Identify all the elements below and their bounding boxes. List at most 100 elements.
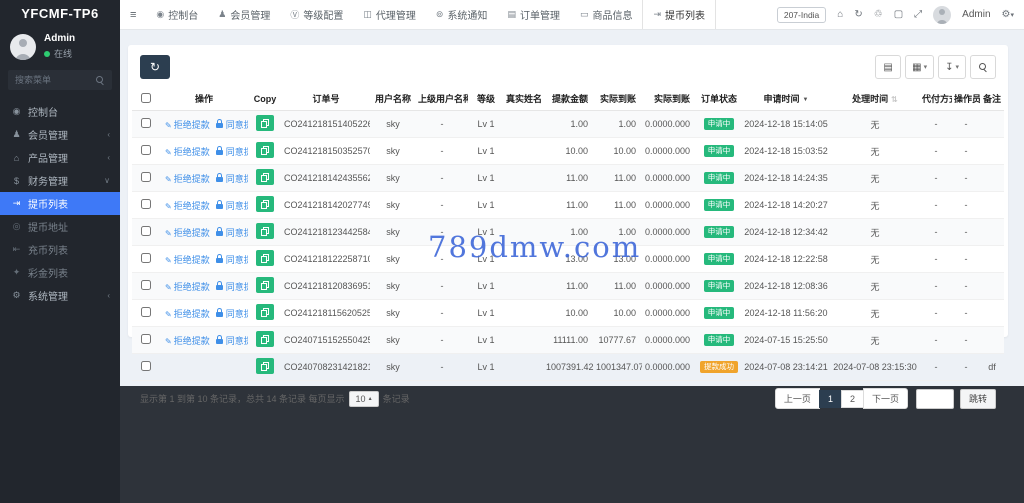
- export-button[interactable]: ↧▾: [938, 55, 966, 79]
- copy-button[interactable]: [256, 142, 274, 158]
- approve-withdraw-link[interactable]: 同意提款: [216, 147, 248, 157]
- user-icon: ♟: [218, 9, 226, 20]
- copy-button[interactable]: [256, 196, 274, 212]
- nav-tab-订单管理[interactable]: ▤订单管理: [497, 0, 570, 29]
- prev-page-button[interactable]: 上一页: [775, 388, 820, 409]
- col-header-process_time[interactable]: 处理时间⇅: [830, 87, 920, 111]
- cell-copy: [248, 138, 282, 165]
- copy-button[interactable]: [256, 115, 274, 131]
- sidebar-item-提币列表[interactable]: ⇥提币列表: [0, 192, 120, 215]
- cell-process_time: 无: [830, 219, 920, 246]
- reject-withdraw-link[interactable]: ✎拒绝提款: [165, 174, 210, 184]
- page-size-select[interactable]: 10▴: [349, 391, 379, 407]
- copy-button[interactable]: [256, 277, 274, 293]
- copy-button[interactable]: [256, 223, 274, 239]
- trash-icon[interactable]: ♲: [874, 9, 883, 20]
- search-toggle-button[interactable]: [970, 55, 996, 79]
- approve-withdraw-link[interactable]: 同意提款: [216, 201, 248, 211]
- approve-withdraw-link[interactable]: 同意提款: [216, 228, 248, 238]
- fullscreen-icon[interactable]: ⤢: [914, 9, 922, 20]
- approve-withdraw-link[interactable]: 同意提款: [216, 174, 248, 184]
- sidebar-item-财务管理[interactable]: $财务管理∨: [0, 169, 120, 192]
- cell-actual2: 0.0000.000: [642, 111, 696, 138]
- copy-button[interactable]: [256, 304, 274, 320]
- copy-button[interactable]: [256, 250, 274, 266]
- nav-tab-代理管理[interactable]: ◫代理管理: [353, 0, 426, 29]
- reject-withdraw-link[interactable]: ✎拒绝提款: [165, 282, 210, 292]
- approve-withdraw-link[interactable]: 同意提款: [216, 336, 248, 346]
- lock-icon: [216, 339, 223, 344]
- cell-realname: [504, 246, 544, 273]
- status-badge: 提款成功: [700, 361, 738, 373]
- row-checkbox[interactable]: [141, 253, 151, 263]
- sidebar-item-提币地址[interactable]: ◎提币地址: [0, 215, 120, 238]
- row-checkbox[interactable]: [141, 334, 151, 344]
- select-all-checkbox[interactable]: [141, 93, 151, 103]
- nav-tab-等级配置[interactable]: Ⓥ等级配置: [280, 0, 353, 29]
- row-checkbox[interactable]: [141, 199, 151, 209]
- nav-tab-控制台[interactable]: ◉控制台: [146, 0, 208, 29]
- copy-button[interactable]: [256, 331, 274, 347]
- nav-tab-商品信息[interactable]: ▭商品信息: [570, 0, 643, 29]
- reject-withdraw-link[interactable]: ✎拒绝提款: [165, 201, 210, 211]
- reject-withdraw-link[interactable]: ✎拒绝提款: [165, 147, 210, 157]
- nav-tab-提币列表[interactable]: ⇥提币列表: [642, 0, 716, 29]
- nav-tab-系统通知[interactable]: ⊚系统通知: [426, 0, 498, 29]
- row-checkbox[interactable]: [141, 307, 151, 317]
- row-checkbox[interactable]: [141, 361, 151, 371]
- sidebar-item-充币列表[interactable]: ⇤充币列表: [0, 238, 120, 261]
- pages-icon[interactable]: ▢: [894, 9, 903, 20]
- cell-amount: 1.00: [544, 111, 594, 138]
- copy-button[interactable]: [256, 358, 274, 374]
- next-page-button[interactable]: 下一页: [863, 388, 908, 409]
- cell-order_no: CO2412181514052262: [282, 111, 370, 138]
- toggle-view-button[interactable]: ▤: [875, 55, 901, 79]
- copy-button[interactable]: [256, 169, 274, 185]
- row-checkbox[interactable]: [141, 118, 151, 128]
- cell-remark: [980, 138, 1004, 165]
- cell-actions: ✎拒绝提款同意提款: [160, 192, 248, 219]
- reject-withdraw-link[interactable]: ✎拒绝提款: [165, 120, 210, 130]
- cell-actual2: 0.0000.000: [642, 138, 696, 165]
- col-header-check: [132, 87, 160, 111]
- nav-tab-会员管理[interactable]: ♟会员管理: [208, 0, 280, 29]
- row-checkbox[interactable]: [141, 280, 151, 290]
- sidebar-item-会员管理[interactable]: ♟会员管理‹: [0, 123, 120, 146]
- page-button-2[interactable]: 2: [841, 390, 864, 408]
- admin-avatar[interactable]: [933, 6, 951, 24]
- nav-tab-label: 提币列表: [665, 7, 705, 22]
- row-checkbox[interactable]: [141, 145, 151, 155]
- region-badge[interactable]: 207-India: [777, 7, 826, 23]
- hamburger-icon[interactable]: ≡: [120, 9, 146, 21]
- reject-withdraw-link[interactable]: ✎拒绝提款: [165, 255, 210, 265]
- settings-menu[interactable]: ⚙▾: [1002, 9, 1014, 20]
- approve-withdraw-link[interactable]: 同意提款: [216, 309, 248, 319]
- home-icon[interactable]: ⌂: [837, 9, 843, 20]
- reject-withdraw-link[interactable]: ✎拒绝提款: [165, 228, 210, 238]
- cell-level: Lv 1: [468, 192, 504, 219]
- chevron-down-icon: ▾: [1010, 12, 1014, 19]
- approve-withdraw-link[interactable]: 同意提款: [216, 282, 248, 292]
- col-header-copy: Copy: [248, 87, 282, 111]
- sidebar-item-产品管理[interactable]: ⌂产品管理‹: [0, 146, 120, 169]
- approve-withdraw-link[interactable]: 同意提款: [216, 120, 248, 130]
- row-checkbox[interactable]: [141, 172, 151, 182]
- reject-withdraw-link[interactable]: ✎拒绝提款: [165, 309, 210, 319]
- status-badge: 申请中: [704, 118, 735, 130]
- sidebar-item-系统管理[interactable]: ⚙系统管理‹: [0, 284, 120, 307]
- jump-button[interactable]: 跳转: [960, 389, 996, 409]
- row-checkbox[interactable]: [141, 226, 151, 236]
- approve-withdraw-link[interactable]: 同意提款: [216, 255, 248, 265]
- columns-button[interactable]: ▦▾: [905, 55, 934, 79]
- admin-menu[interactable]: Admin: [962, 9, 990, 20]
- sidebar-item-控制台[interactable]: ◉控制台: [0, 100, 120, 123]
- menu-search-input[interactable]: [15, 75, 96, 85]
- sidebar-item-彩金列表[interactable]: ✦彩金列表: [0, 261, 120, 284]
- col-header-apply_time[interactable]: 申请时间▼: [742, 87, 830, 111]
- refresh-button[interactable]: ↻: [140, 55, 170, 79]
- page-button-1[interactable]: 1: [819, 390, 842, 408]
- refresh-icon[interactable]: ↻: [854, 9, 862, 20]
- jump-page-input[interactable]: [916, 389, 954, 409]
- reject-label: 拒绝提款: [174, 255, 210, 265]
- reject-withdraw-link[interactable]: ✎拒绝提款: [165, 336, 210, 346]
